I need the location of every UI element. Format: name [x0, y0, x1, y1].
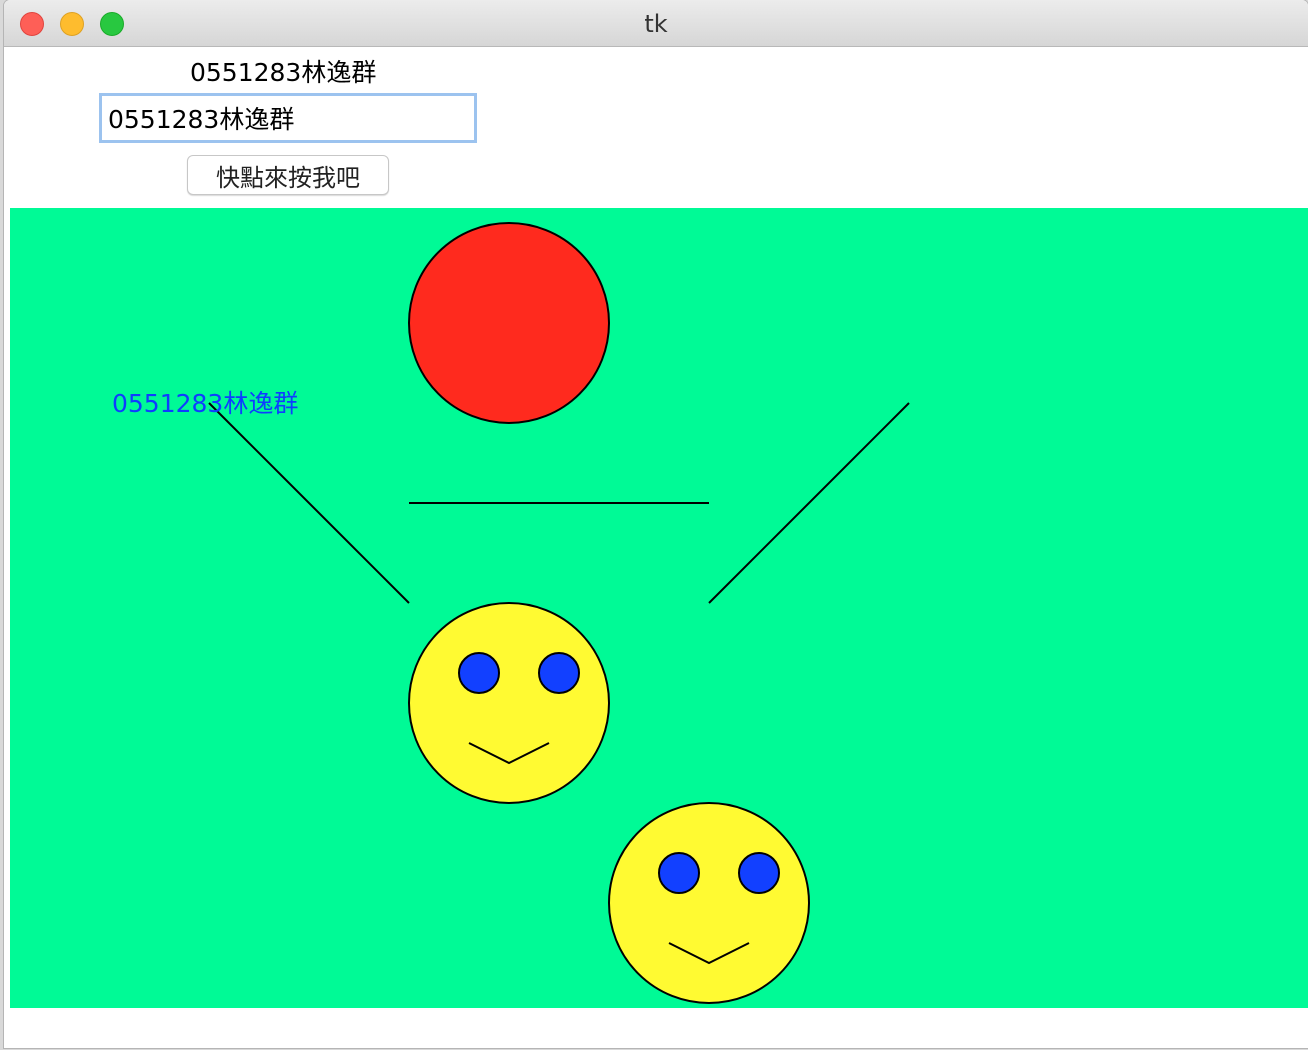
smiley-face-2	[608, 802, 810, 1004]
drawing-canvas: 0551283林逸群	[10, 208, 1308, 1008]
app-window: tk 0551283林逸群 快點來按我吧 0551283林逸群	[4, 0, 1308, 1048]
name-entry[interactable]	[99, 93, 477, 143]
right-eye	[738, 852, 780, 894]
smiley-face-1	[408, 602, 610, 804]
face-circle	[408, 602, 610, 804]
left-eye	[458, 652, 500, 694]
canvas-svg: 0551283林逸群	[10, 208, 1308, 1008]
red-circle	[408, 222, 610, 424]
face-circle	[608, 802, 810, 1004]
left-eye	[658, 852, 700, 894]
title-bar[interactable]: tk	[4, 0, 1308, 47]
name-label: 0551283林逸群	[190, 58, 377, 87]
window-title: tk	[644, 10, 668, 38]
right-eye	[538, 652, 580, 694]
canvas-name-text: 0551283林逸群	[112, 389, 298, 418]
press-me-button[interactable]: 快點來按我吧	[187, 155, 389, 195]
